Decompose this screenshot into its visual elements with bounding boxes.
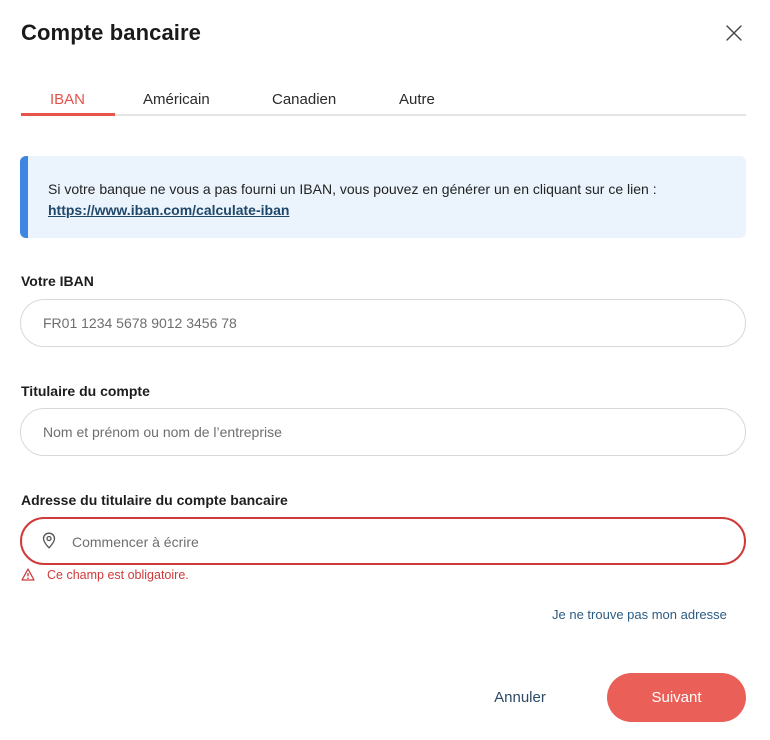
address-placeholder: Commencer à écrire: [72, 534, 199, 550]
iban-placeholder: FR01 1234 5678 9012 3456 78: [43, 315, 237, 331]
dialog-title: Compte bancaire: [21, 20, 201, 45]
holder-input[interactable]: Nom et prénom ou nom de l’entreprise: [20, 408, 746, 456]
close-icon[interactable]: [723, 22, 745, 44]
iban-calculator-link[interactable]: https://www.iban.com/calculate-iban: [48, 202, 289, 218]
info-banner: Si votre banque ne vous a pas fourni un …: [20, 156, 746, 238]
address-input[interactable]: Commencer à écrire: [20, 517, 746, 565]
address-error-text: Ce champ est obligatoire.: [47, 568, 189, 582]
info-text: Si votre banque ne vous a pas fourni un …: [48, 179, 728, 221]
holder-label: Titulaire du compte: [21, 383, 150, 399]
info-accent-bar: [20, 156, 28, 238]
tab-bar: IBAN Américain Canadien Autre: [21, 86, 746, 116]
info-message: Si votre banque ne vous a pas fourni un …: [48, 181, 657, 197]
warning-icon: [21, 568, 35, 581]
tab-autre[interactable]: Autre: [399, 91, 435, 108]
iban-input[interactable]: FR01 1234 5678 9012 3456 78: [20, 299, 746, 347]
tab-iban[interactable]: IBAN: [50, 91, 85, 108]
address-label: Adresse du titulaire du compte bancaire: [21, 492, 288, 508]
holder-placeholder: Nom et prénom ou nom de l’entreprise: [43, 424, 282, 440]
next-button[interactable]: Suivant: [607, 673, 746, 722]
active-tab-indicator: [21, 113, 115, 116]
iban-label: Votre IBAN: [21, 273, 94, 289]
bank-account-dialog: Compte bancaire IBAN Américain Canadien …: [0, 0, 770, 740]
address-not-found-link[interactable]: Je ne trouve pas mon adresse: [552, 607, 727, 622]
cancel-button[interactable]: Annuler: [470, 673, 570, 721]
location-pin-icon: [42, 532, 56, 550]
tab-americain[interactable]: Américain: [143, 91, 210, 108]
tab-canadien[interactable]: Canadien: [272, 91, 336, 108]
